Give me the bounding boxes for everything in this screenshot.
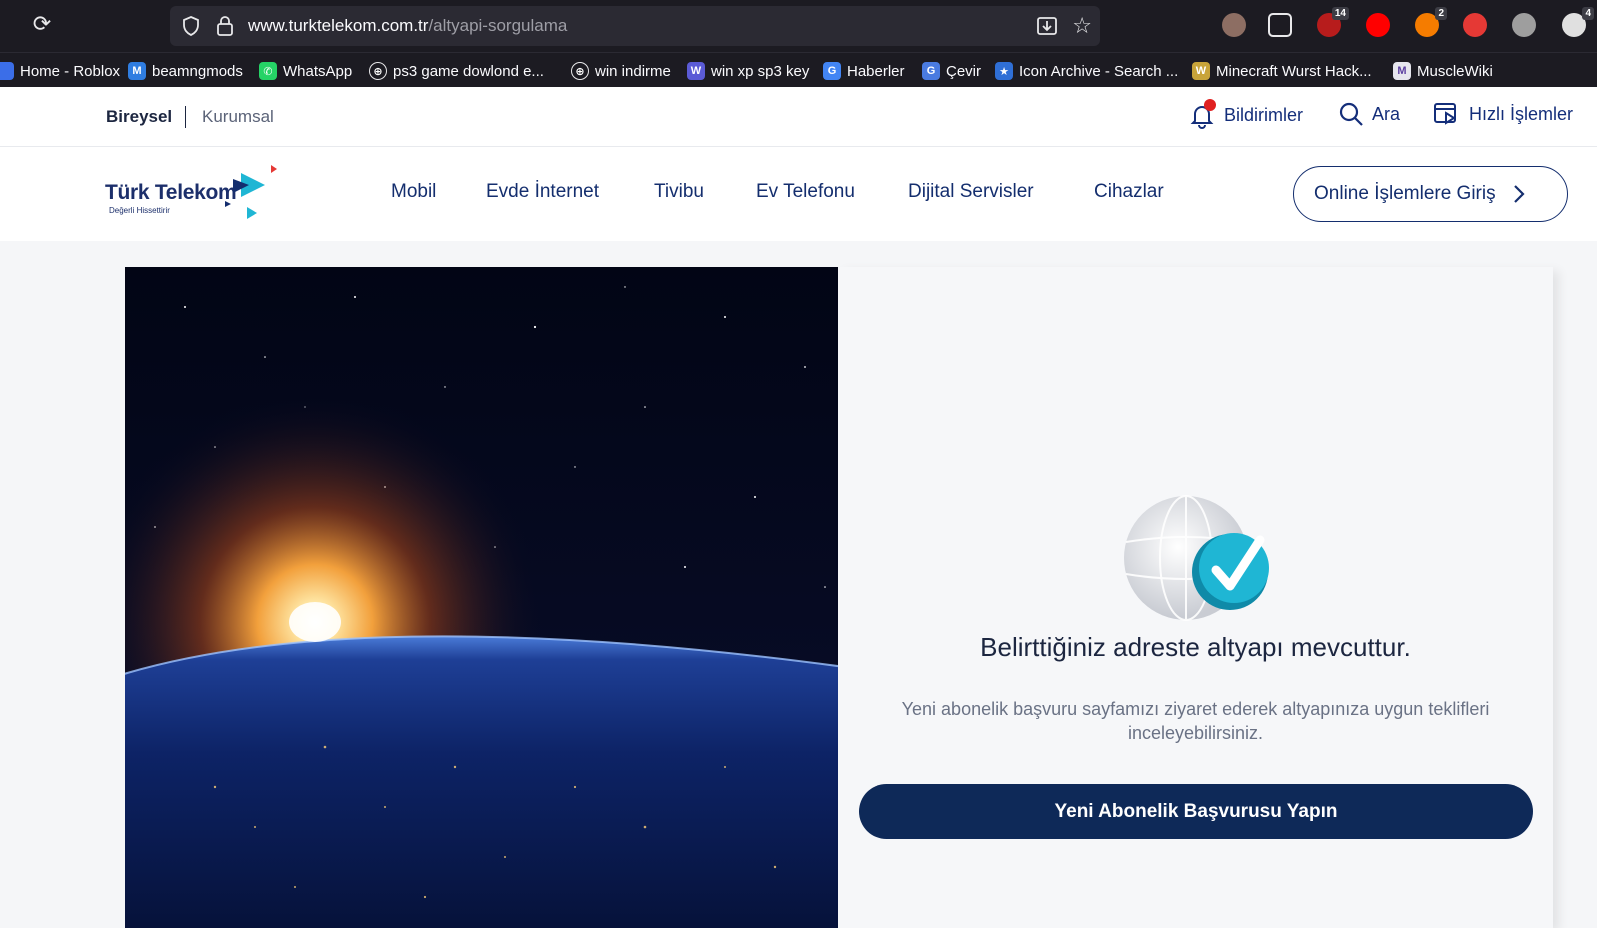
bookmark-item[interactable]: ⊕ ps3 game dowlond e...	[369, 61, 544, 81]
reload-icon[interactable]: ⟳	[30, 12, 54, 36]
extension-badge: 2	[1435, 7, 1447, 20]
url-text[interactable]: www.turktelekom.com.tr/altyapi-sorgulama	[248, 16, 567, 36]
tracking-shield-icon[interactable]	[182, 16, 200, 36]
bookmark-favicon-icon: W	[687, 62, 705, 80]
quick-actions-icon	[1434, 103, 1456, 125]
bookmark-item[interactable]: Wwin xp sp3 key	[687, 61, 809, 81]
nav-dijital-servisler[interactable]: Dijital Servisler	[908, 181, 1034, 203]
nav-mobil[interactable]: Mobil	[391, 181, 436, 203]
bookmark-label: Çevir	[946, 62, 982, 80]
nav-cihazlar[interactable]: Cihazlar	[1094, 181, 1164, 203]
cookie-icon[interactable]	[1222, 13, 1246, 37]
pwa-icon[interactable]	[1463, 13, 1487, 37]
nav-ev-telefonu[interactable]: Ev Telefonu	[756, 181, 855, 203]
chevron-right-icon	[1513, 185, 1525, 203]
result-subtitle: Yeni abonelik başvuru sayfamızı ziyaret …	[901, 699, 1490, 743]
nav-tivibu[interactable]: Tivibu	[654, 181, 704, 203]
bookmarks-bar: Home - Roblox Mbeamngmods ✆ WhatsApp ⊕ ps3 ga…	[0, 52, 1597, 87]
puzzle-icon[interactable]	[1268, 13, 1292, 37]
search-icon	[1339, 102, 1363, 126]
segment-bireysel[interactable]: Bireysel	[106, 107, 172, 127]
earth-sunrise-image	[125, 267, 838, 928]
bookmark-item[interactable]: M MuscleWiki	[1393, 61, 1493, 81]
bell-icon	[1188, 99, 1216, 129]
bookmark-item[interactable]: ⊕ win indirme	[571, 61, 671, 81]
extension-badge: 14	[1331, 7, 1349, 20]
search-label: Ara	[1372, 103, 1401, 124]
site-topbar: Bireysel Kurumsal Bildirimler Ara Hızlı …	[0, 87, 1597, 147]
logo-triangles-icon	[225, 165, 277, 219]
turk-telekom-logo[interactable]: Türk Telekom Değerli Hissettirir	[105, 165, 277, 225]
globe-check-icon	[1124, 495, 1269, 621]
bookmark-label: MuscleWiki	[1417, 62, 1493, 80]
address-bar[interactable]: www.turktelekom.com.tr/altyapi-sorgulama…	[170, 6, 1100, 46]
quick-actions-label: Hızlı İşlemler	[1469, 103, 1574, 124]
logo-brand-text: Türk Telekom	[105, 181, 237, 204]
bookmark-item[interactable]: ✆ WhatsApp	[259, 61, 352, 81]
bookmark-favicon-icon: ✆	[259, 62, 277, 80]
notifications-label: Bildirimler	[1224, 104, 1304, 125]
account-icon[interactable]: 4	[1562, 7, 1594, 37]
segment-divider	[185, 106, 186, 128]
bookmark-label: Home - Roblox	[20, 62, 121, 80]
bookmark-label: WhatsApp	[283, 62, 353, 80]
browser-toolbar: › ⟳ www.turktelekom.com.tr/altyapi-sorgu…	[0, 0, 1597, 52]
bookmark-label: beamngmods	[152, 62, 243, 80]
online-login-button[interactable]: Online İşlemlere Giriş	[1293, 166, 1568, 222]
new-subscription-button[interactable]: Yeni Abonelik Başvurusu Yapın	[859, 784, 1533, 839]
nav-evde-internet[interactable]: Evde İnternet	[486, 181, 599, 203]
bookmark-favicon-icon: M	[128, 62, 146, 80]
bookmark-item[interactable]: ★ Icon Archive - Search ...	[995, 61, 1178, 81]
cube-icon[interactable]	[1512, 13, 1536, 37]
bookmark-item[interactable]: G Haberler	[823, 61, 905, 81]
bookmark-favicon-icon: ⊕	[369, 62, 387, 80]
search-button[interactable]: Ara	[1338, 101, 1400, 127]
extension-badge: 4	[1582, 7, 1594, 20]
bookmark-favicon-icon: G	[823, 62, 841, 80]
notifications-button[interactable]: Bildirimler	[1188, 99, 1304, 129]
bookmark-star-icon[interactable]: ☆	[1072, 13, 1092, 39]
bookmark-label: Minecraft Wurst Hack...	[1216, 62, 1372, 80]
logo-tagline: Değerli Hissettirir	[109, 206, 170, 215]
bookmark-item[interactable]: Home - Roblox	[0, 61, 120, 81]
main-navigation: Türk Telekom Değerli Hissettirir Mobil E…	[0, 147, 1597, 241]
install-page-icon[interactable]	[1036, 15, 1058, 37]
online-login-label: Online İşlemlere Giriş	[1314, 183, 1496, 204]
bookmark-favicon-icon: G	[922, 62, 940, 80]
result-panel: Belirttiğiniz adreste altyapı mevcuttur.…	[838, 267, 1553, 928]
youtube-icon[interactable]	[1366, 13, 1390, 37]
bookmark-label: win xp sp3 key	[711, 62, 810, 80]
bookmark-item[interactable]: Mbeamngmods	[128, 61, 243, 81]
rocket-icon[interactable]: 2	[1415, 7, 1447, 37]
segment-kurumsal[interactable]: Kurumsal	[202, 107, 274, 127]
bookmark-favicon-icon: W	[1192, 62, 1210, 80]
bookmark-favicon-icon: ★	[995, 62, 1013, 80]
url-path: /altyapi-sorgulama	[428, 16, 568, 35]
bookmark-label: Haberler	[847, 62, 905, 80]
bookmark-label: Icon Archive - Search ...	[1019, 62, 1179, 80]
url-host: www.turktelekom.com.tr	[248, 16, 429, 35]
bookmark-label: ps3 game dowlond e...	[393, 62, 544, 80]
bookmark-favicon-icon: ⊕	[571, 62, 589, 80]
bookmark-favicon-icon	[0, 62, 14, 80]
notification-dot	[1204, 99, 1216, 111]
bookmark-item[interactable]: W Minecraft Wurst Hack...	[1192, 61, 1372, 81]
result-title: Belirttiğiniz adreste altyapı mevcuttur.	[980, 632, 1411, 662]
ublock-icon[interactable]: 14	[1317, 7, 1349, 37]
bookmark-favicon-icon: M	[1393, 62, 1411, 80]
lock-icon[interactable]	[216, 15, 234, 37]
quick-actions-button[interactable]: Hızlı İşlemler	[1433, 101, 1573, 127]
bookmark-item[interactable]: G Çevir	[922, 61, 981, 81]
bookmark-label: win indirme	[595, 62, 671, 80]
